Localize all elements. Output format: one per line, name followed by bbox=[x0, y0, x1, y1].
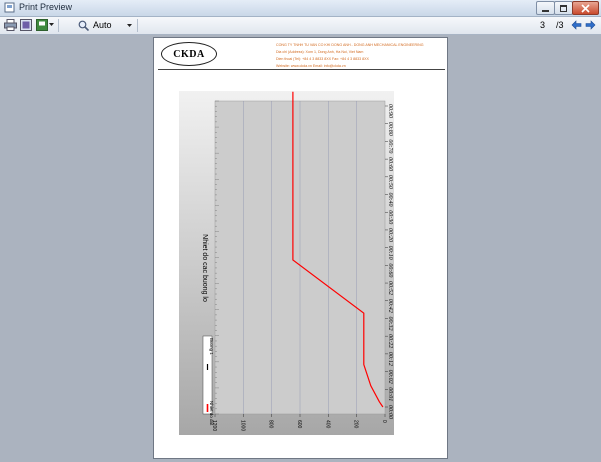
minimize-icon bbox=[542, 9, 549, 12]
page-setup-icon bbox=[20, 19, 32, 31]
temperature-tick-label: 800 bbox=[268, 420, 274, 429]
temperature-tick-label: 1000 bbox=[239, 420, 245, 431]
y-axis-label: Nhiet do cac buong lo bbox=[201, 234, 208, 302]
time-tick-label: 00:12 bbox=[387, 352, 393, 366]
time-tick-label: 00:42 bbox=[387, 299, 394, 313]
temperature-tick-label: 400 bbox=[324, 420, 330, 429]
chevron-down-icon bbox=[49, 23, 54, 26]
temperature-chart: 00:00 00:01 00:02 00:12 00:22 00:32 00:42 00:52… bbox=[179, 91, 394, 435]
temperature-tick-label: 0 bbox=[381, 420, 387, 423]
time-tick-label: 00:00 bbox=[387, 405, 393, 419]
time-tick-label: 00:30 bbox=[387, 210, 393, 224]
time-tick-label: 00:60 bbox=[387, 263, 393, 277]
time-tick-label: 00:80 bbox=[387, 122, 393, 136]
export-button[interactable] bbox=[36, 19, 48, 31]
time-tick-label: 00:02 bbox=[387, 370, 393, 384]
legend-entry-nhiet-do-dat: Nhiet do dat bbox=[209, 401, 214, 426]
time-tick-label: 00:22 bbox=[387, 334, 393, 348]
maximize-icon bbox=[560, 4, 567, 12]
minimize-button[interactable] bbox=[536, 1, 555, 15]
page-number-input[interactable]: 3 bbox=[540, 20, 545, 30]
export-dropdown-arrow[interactable] bbox=[49, 19, 54, 31]
print-icon bbox=[4, 19, 17, 31]
temperature-tick-label: 600 bbox=[296, 420, 302, 429]
print-preview-app-icon bbox=[4, 2, 15, 13]
maximize-button[interactable] bbox=[554, 1, 573, 15]
page-setup-button[interactable] bbox=[20, 19, 32, 31]
close-icon bbox=[581, 3, 590, 13]
zoom-button[interactable] bbox=[78, 19, 89, 31]
print-button[interactable] bbox=[4, 19, 17, 31]
time-tick-label: 00:10 bbox=[387, 246, 393, 260]
report-page: CKDA CONG TY TNHH TU VAN CO KHI DONG ANH… bbox=[153, 37, 448, 459]
time-tick-label: 00:01 bbox=[387, 387, 393, 401]
toolbar-separator bbox=[58, 19, 59, 32]
chevron-down-icon[interactable] bbox=[127, 24, 132, 28]
preview-viewport[interactable]: CKDA CONG TY TNHH TU VAN CO KHI DONG ANH… bbox=[1, 35, 598, 462]
toolbar-separator bbox=[137, 19, 138, 32]
zoom-icon bbox=[78, 20, 89, 31]
export-icon bbox=[36, 19, 48, 31]
window-title: Print Preview bbox=[19, 2, 73, 12]
next-page-icon[interactable] bbox=[585, 20, 596, 30]
time-tick-label: 00:70 bbox=[387, 139, 393, 153]
close-button[interactable] bbox=[572, 1, 599, 15]
time-tick-label: 00:90 bbox=[387, 104, 393, 118]
time-tick-label: 00:60 bbox=[387, 157, 393, 171]
time-tick-label: 00:20 bbox=[387, 228, 393, 242]
time-tick-label: 00:52 bbox=[387, 281, 393, 295]
time-tick-label: 00:50 bbox=[387, 175, 393, 189]
time-tick-label: 00:40 bbox=[387, 193, 394, 207]
zoom-select-value[interactable]: Auto bbox=[93, 20, 112, 30]
toolbar: Auto 3 /3 bbox=[0, 17, 601, 35]
previous-page-icon[interactable] bbox=[571, 20, 582, 30]
title-bar: Print Preview bbox=[0, 0, 601, 17]
temperature-tick-label: 200 bbox=[353, 420, 359, 429]
time-tick-label: 00:32 bbox=[387, 316, 393, 330]
legend-entry-buong-1: Buong 1 bbox=[209, 338, 214, 355]
page-total-label: /3 bbox=[556, 20, 564, 30]
